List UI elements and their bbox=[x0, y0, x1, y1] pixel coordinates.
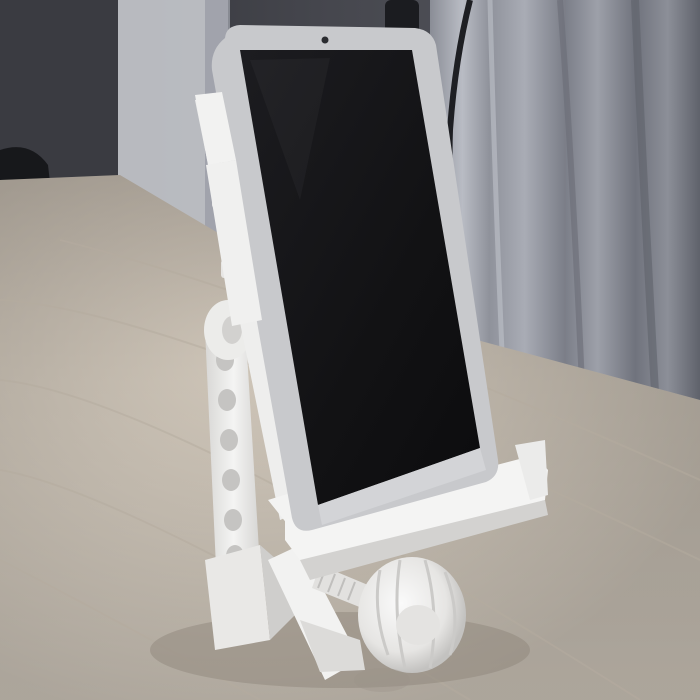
photo-illustration bbox=[0, 0, 700, 700]
photo-scene bbox=[0, 0, 700, 700]
front-camera bbox=[321, 36, 329, 44]
